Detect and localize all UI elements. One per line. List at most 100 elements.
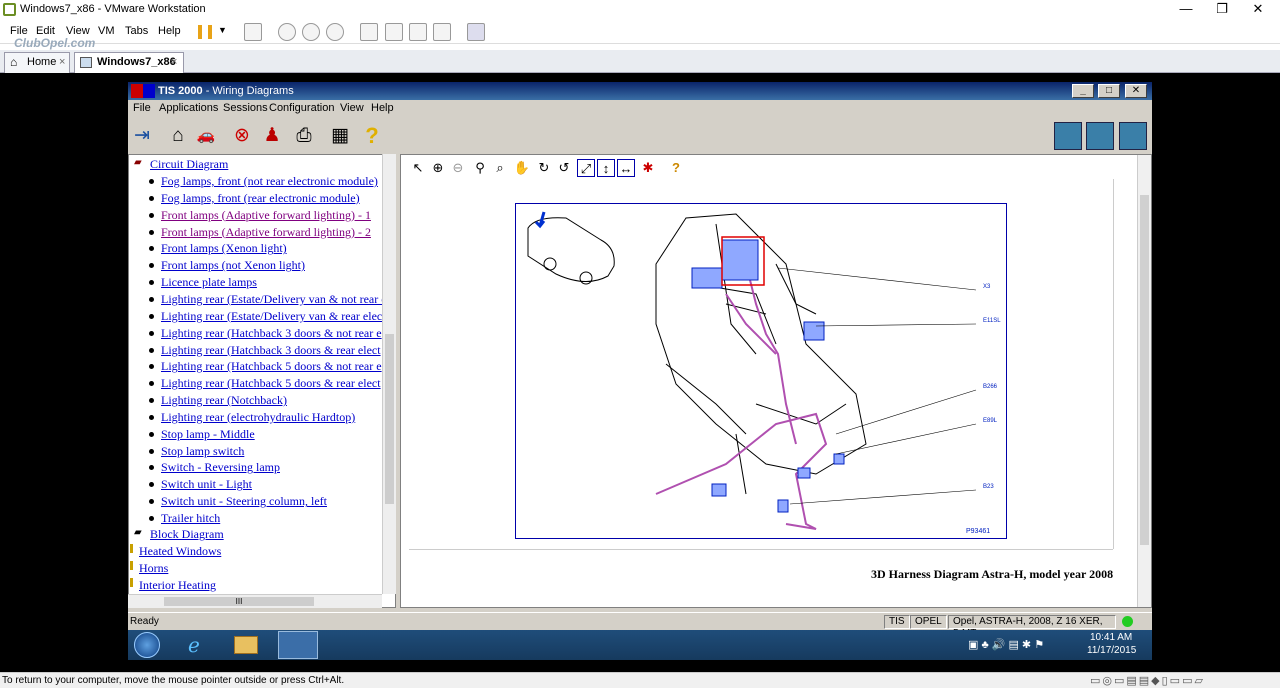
tray-icons[interactable]: ▣ ♣ 🔊 ▤ ✱ ⚑ (968, 638, 1044, 651)
diagnostics-icon[interactable] (1054, 122, 1082, 150)
app-minimize-button[interactable]: _ (1072, 84, 1094, 98)
pointer-icon[interactable]: ↖ (409, 159, 427, 177)
snapshot-icon[interactable] (278, 23, 296, 41)
service-icon[interactable] (1119, 122, 1147, 150)
snapshot-manager-icon[interactable] (326, 23, 344, 41)
close-button[interactable]: ✕ (1240, 0, 1276, 20)
menu-tabs[interactable]: Tabs (125, 25, 148, 37)
tree-root-circuit-diagram[interactable]: Circuit Diagram (150, 157, 228, 172)
tree-item[interactable]: Lighting rear (Estate/Delivery van & rea… (161, 309, 386, 324)
print-icon[interactable]: ⎙ (292, 124, 316, 148)
tree-vscrollbar[interactable] (382, 154, 396, 594)
app-menu-applications[interactable]: Applications (159, 102, 218, 114)
rotate-cw-icon[interactable]: ↻ (535, 159, 553, 177)
tree-item[interactable]: Licence plate lamps (161, 275, 257, 290)
app-menu-configuration[interactable]: Configuration (269, 102, 334, 114)
tray-time[interactable]: 10:41 AM (1090, 632, 1132, 643)
help-icon[interactable]: ? (360, 124, 384, 148)
tree-item[interactable]: Lighting rear (Estate/Delivery van & not… (161, 292, 387, 307)
programming-icon[interactable] (1086, 122, 1114, 150)
app-menu-view[interactable]: View (340, 102, 364, 114)
tree-item[interactable]: Lighting rear (Hatchback 5 doors & not r… (161, 359, 382, 374)
fit-page-icon[interactable]: ⤢ (577, 159, 595, 177)
zoom-icon[interactable]: ⚲ (471, 159, 489, 177)
harness-diagram[interactable]: X3 E11SL B266 E89L B23 P93461 (515, 203, 1007, 539)
zoom-area-icon[interactable]: ⌕ (491, 159, 509, 177)
hscroll-thumb[interactable]: III (164, 597, 314, 606)
minimize-button[interactable]: — (1168, 0, 1204, 20)
tree-item[interactable]: Lighting rear (Hatchback 5 doors & rear … (161, 376, 381, 391)
tree-item[interactable]: Stop lamp switch (161, 444, 244, 459)
app-menu-sessions[interactable]: Sessions (223, 102, 268, 114)
exit-icon[interactable]: ⇥ (130, 124, 154, 148)
viewer-help-icon[interactable]: ? (667, 159, 685, 177)
tab-windows7[interactable]: Windows7_x86 × (74, 52, 184, 73)
tree-item[interactable]: Switch - Reversing lamp (161, 460, 280, 475)
pan-hand-icon[interactable]: ✋ (513, 159, 531, 177)
app-maximize-button[interactable]: □ (1098, 84, 1120, 98)
tree-item[interactable]: Switch unit - Steering column, left (161, 494, 327, 509)
person-icon[interactable]: ♟ (260, 124, 284, 148)
app-menu-file[interactable]: File (133, 102, 151, 114)
tree-item[interactable]: Fog lamps, front (not rear electronic mo… (161, 174, 378, 189)
revert-snapshot-icon[interactable] (302, 23, 320, 41)
harness-drawing (527, 211, 977, 530)
tree-item[interactable]: Front lamps (Adaptive forward lighting) … (161, 225, 371, 240)
tree-item[interactable]: Fog lamps, front (rear electronic module… (161, 191, 360, 206)
app-menu-help[interactable]: Help (371, 102, 394, 114)
tree-item[interactable]: Lighting rear (Hatchback 3 doors & rear … (161, 343, 381, 358)
highlight-icon[interactable]: ✱ (639, 159, 657, 177)
tree-block-diagram[interactable]: Block Diagram (150, 527, 224, 542)
restore-button[interactable]: ❐ (1204, 0, 1240, 20)
tree-heated-windows[interactable]: Heated Windows (139, 544, 221, 559)
zoom-in-icon[interactable]: ⊕ (429, 159, 447, 177)
vm-status-text: To return to your computer, move the mou… (2, 675, 345, 686)
tis-taskbar-icon[interactable] (278, 631, 318, 659)
console-view-icon[interactable] (467, 23, 485, 41)
bullet-icon (149, 212, 154, 218)
tree-item[interactable]: Stop lamp - Middle (161, 427, 255, 442)
tree-item[interactable]: Lighting rear (electrohydraulic Hardtop) (161, 410, 355, 425)
viewer-hscrollbar[interactable] (409, 549, 1113, 563)
tree-item[interactable]: Trailer hitch (161, 511, 220, 526)
tree-hscrollbar[interactable]: III (128, 594, 382, 608)
dropdown-arrow-icon[interactable]: ▼ (218, 25, 227, 35)
tree-item[interactable]: Lighting rear (Notchback) (161, 393, 287, 408)
tree-item[interactable]: Front lamps (Xenon light) (161, 241, 287, 256)
zoom-out-icon[interactable]: ⊖ (449, 159, 467, 177)
thumbnail-bar-icon[interactable] (385, 23, 403, 41)
tree-horns[interactable]: Horns (139, 561, 168, 576)
menu-vm[interactable]: VM (98, 25, 115, 37)
rotate-ccw-icon[interactable]: ↺ (555, 159, 573, 177)
tree-item[interactable]: Lighting rear (Hatchback 3 doors & not r… (161, 326, 382, 341)
home-icon[interactable]: ⌂ (166, 124, 190, 148)
viewer-vscrollbar[interactable] (1113, 179, 1127, 549)
fit-height-icon[interactable]: ↕ (597, 159, 615, 177)
tree-item[interactable]: Front lamps (not Xenon light) (161, 258, 305, 273)
device-icons[interactable]: ▭◎▭▤▤◆▯▭▭▱ (1090, 674, 1205, 687)
outer-vscrollbar[interactable] (1137, 155, 1151, 607)
tray-date[interactable]: 11/17/2015 (1087, 645, 1136, 656)
fullscreen-icon[interactable] (409, 23, 427, 41)
outer-scroll-thumb[interactable] (1140, 195, 1149, 545)
sidebar-toggle-icon[interactable] (360, 23, 378, 41)
explorer-icon[interactable] (234, 636, 258, 654)
app-close-button[interactable]: ✕ (1125, 84, 1147, 98)
tab-home[interactable]: ⌂ Home × (4, 52, 70, 73)
send-ctrl-alt-del-icon[interactable] (244, 23, 262, 41)
tab-windows7-close-icon[interactable]: × (171, 56, 177, 68)
unity-icon[interactable] (433, 23, 451, 41)
fit-width-icon[interactable]: ↔ (617, 159, 635, 177)
start-button-icon[interactable] (134, 632, 160, 658)
cancel-icon[interactable]: ⊗ (230, 124, 254, 148)
vehicle-icon[interactable]: 🚗 (194, 124, 218, 148)
pause-icon[interactable] (198, 25, 212, 39)
ie-icon[interactable]: ℯ (188, 633, 200, 658)
tab-home-close-icon[interactable]: × (59, 56, 65, 68)
menu-help[interactable]: Help (158, 25, 181, 37)
tree-item[interactable]: Switch unit - Light (161, 477, 252, 492)
tree-interior-heating[interactable]: Interior Heating (139, 578, 216, 593)
tree-item[interactable]: Front lamps (Adaptive forward lighting) … (161, 208, 371, 223)
calculator-icon[interactable]: ▦ (328, 124, 352, 148)
scroll-thumb[interactable] (385, 334, 394, 504)
